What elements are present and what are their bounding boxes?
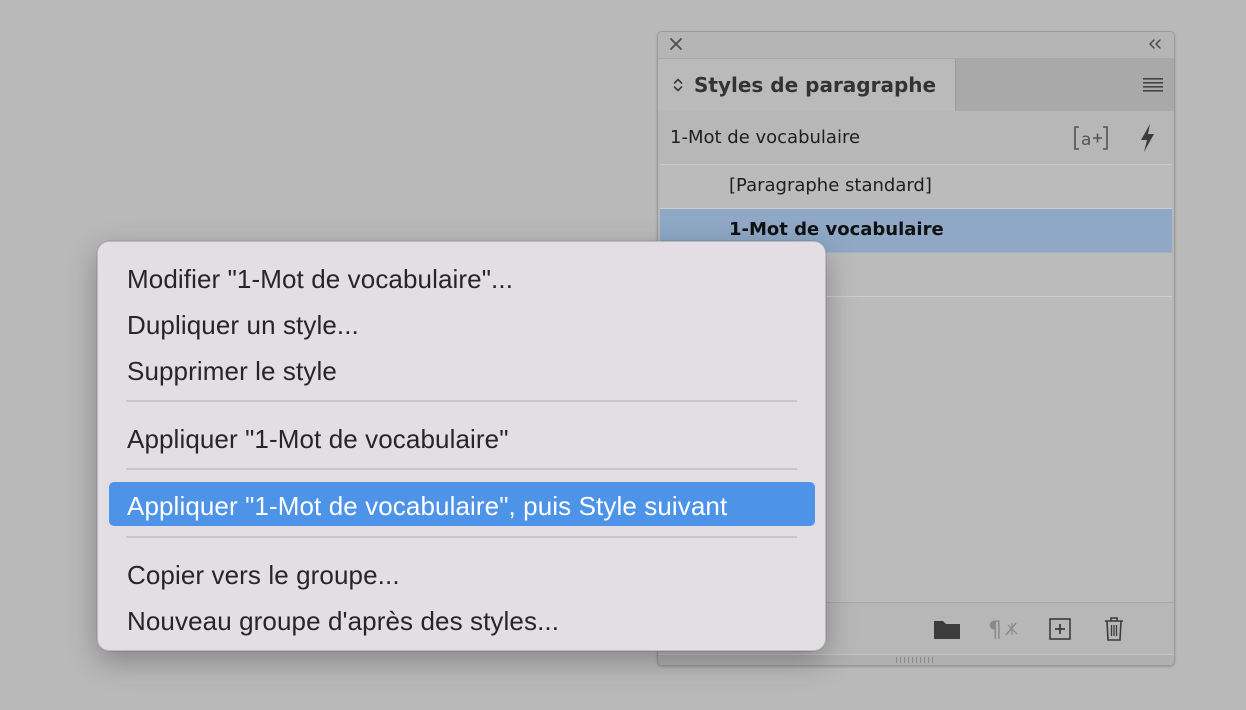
menu-item-nouveau-groupe[interactable]: Nouveau groupe d'après des styles...: [109, 597, 815, 641]
panel-menu-icon[interactable]: [1142, 77, 1164, 93]
svg-text:¶: ¶: [988, 618, 1002, 643]
context-menu: Modifier "1-Mot de vocabulaire"... Dupli…: [97, 241, 826, 651]
clear-overrides-icon[interactable]: ¶: [986, 615, 1024, 643]
trash-icon[interactable]: [1102, 615, 1126, 643]
menu-item-appliquer-puis-style-suivant[interactable]: Appliquer "1-Mot de vocabulaire", puis S…: [109, 482, 815, 526]
menu-item-label: Copier vers le groupe...: [127, 560, 400, 590]
menu-separator: [126, 536, 797, 538]
menu-item-label: Modifier "1-Mot de vocabulaire"...: [127, 264, 514, 294]
menu-item-label: Supprimer le style: [127, 356, 337, 386]
lightning-icon[interactable]: [1136, 123, 1158, 153]
menu-item-appliquer-style[interactable]: Appliquer "1-Mot de vocabulaire": [109, 415, 815, 459]
chevron-up-down-icon: [673, 78, 683, 92]
current-style-row: 1-Mot de vocabulaire a: [658, 112, 1174, 164]
menu-item-label: Appliquer "1-Mot de vocabulaire": [127, 424, 509, 454]
collapse-panel-icon[interactable]: [1146, 37, 1164, 51]
panel-titlebar[interactable]: [658, 32, 1174, 59]
menu-separator: [126, 468, 797, 470]
style-row-paragraphe-standard[interactable]: [Paragraphe standard]: [660, 165, 1172, 209]
close-icon[interactable]: [668, 36, 684, 52]
svg-text:a: a: [1081, 130, 1091, 150]
menu-item-copier-vers-groupe[interactable]: Copier vers le groupe...: [109, 551, 815, 595]
new-style-icon[interactable]: [1047, 615, 1073, 643]
menu-item-supprimer-style[interactable]: Supprimer le style: [109, 347, 815, 391]
menu-item-label: Dupliquer un style...: [127, 310, 359, 340]
style-row-label: 1-Mot de vocabulaire: [729, 219, 944, 240]
current-style-label: 1-Mot de vocabulaire: [670, 127, 861, 148]
grip-lines: [896, 657, 936, 663]
folder-icon[interactable]: [932, 615, 962, 643]
menu-separator: [126, 400, 797, 402]
tab-title: Styles de paragraphe: [694, 73, 937, 97]
menu-item-label: Appliquer "1-Mot de vocabulaire", puis S…: [127, 491, 728, 521]
tab-paragraph-styles[interactable]: Styles de paragraphe: [658, 59, 956, 111]
style-row-label: [Paragraphe standard]: [729, 175, 932, 196]
new-style-from-selection-icon[interactable]: a: [1072, 124, 1110, 152]
menu-item-modifier-style[interactable]: Modifier "1-Mot de vocabulaire"...: [109, 255, 815, 299]
resize-grip[interactable]: [658, 654, 1174, 665]
menu-item-label: Nouveau groupe d'après des styles...: [127, 606, 560, 636]
menu-item-dupliquer-style[interactable]: Dupliquer un style...: [109, 301, 815, 345]
panel-tab-row: Styles de paragraphe: [658, 59, 1174, 111]
